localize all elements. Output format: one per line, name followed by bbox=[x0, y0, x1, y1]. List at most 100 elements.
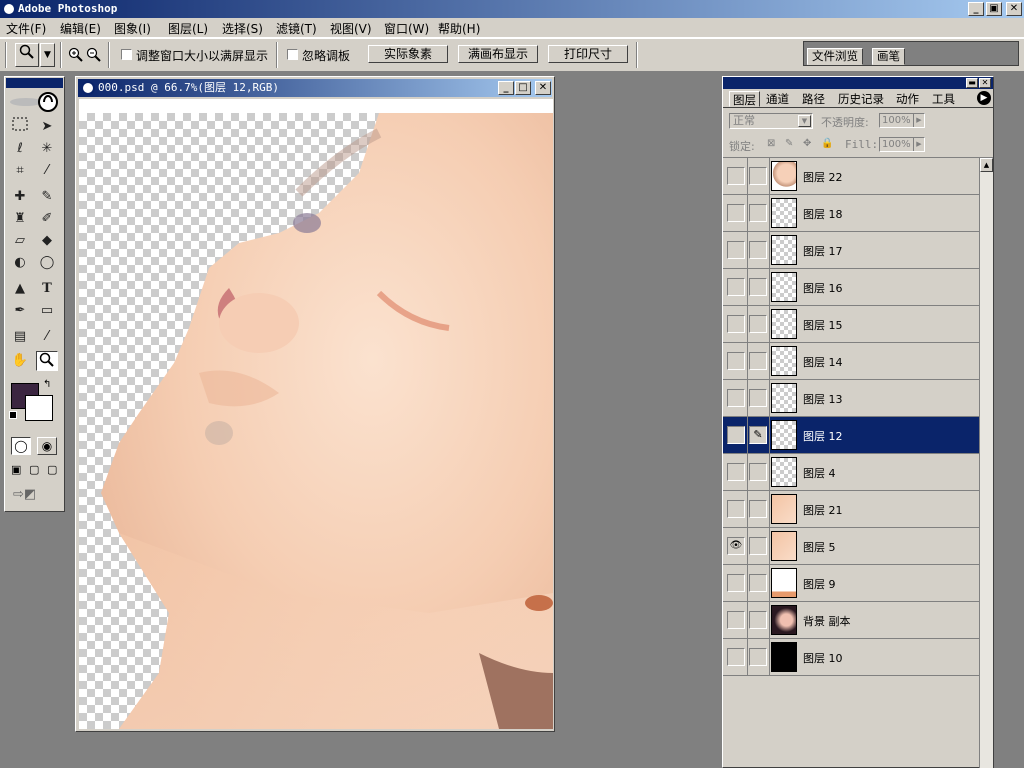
adobe-online-icon[interactable] bbox=[8, 91, 62, 113]
menu-image[interactable]: 图象(I) bbox=[114, 20, 151, 37]
layers-panel-title-bar[interactable]: ▬ ✕ bbox=[723, 77, 993, 89]
eye-icon[interactable] bbox=[727, 278, 745, 296]
quick-mask-icon[interactable]: ◉ bbox=[37, 437, 57, 455]
eraser-tool-icon[interactable]: ▱ bbox=[9, 231, 31, 251]
layer-row[interactable]: 图层 17 bbox=[723, 232, 979, 269]
tab-actions[interactable]: 动作 bbox=[893, 91, 922, 107]
opacity-arrow-icon[interactable]: ▶ bbox=[913, 114, 924, 127]
lock-position-icon[interactable]: ✥ bbox=[803, 138, 811, 149]
menu-window[interactable]: 窗口(W) bbox=[384, 20, 429, 37]
link-icon[interactable] bbox=[749, 204, 767, 222]
lock-icon[interactable]: 🔒 bbox=[821, 138, 833, 149]
layer-row[interactable]: 图层 4 bbox=[723, 454, 979, 491]
paint-bucket-tool-icon[interactable]: ◆ bbox=[36, 231, 58, 251]
panel-close-button[interactable]: ✕ bbox=[979, 78, 991, 88]
link-icon[interactable] bbox=[749, 463, 767, 481]
eye-icon[interactable] bbox=[727, 611, 745, 629]
zoom-out-icon[interactable] bbox=[86, 47, 102, 66]
screen-mode-full-icon[interactable]: ▢ bbox=[47, 463, 57, 476]
eye-icon[interactable] bbox=[727, 167, 745, 185]
canvas[interactable] bbox=[79, 113, 553, 729]
link-icon[interactable] bbox=[749, 611, 767, 629]
print-size-button[interactable]: 打印尺寸 bbox=[548, 45, 628, 63]
document-title-bar[interactable]: 000.psd @ 66.7%(图层 12,RGB) _ □ ✕ bbox=[78, 79, 552, 97]
tab-file-browser[interactable]: 文件浏览 bbox=[807, 48, 863, 65]
layer-row[interactable]: 图层 9 bbox=[723, 565, 979, 602]
jump-to-imageready-icon[interactable]: ⇨◩ bbox=[13, 487, 36, 502]
menu-layer[interactable]: 图层(L) bbox=[168, 20, 208, 37]
layer-row[interactable]: 图层 21 bbox=[723, 491, 979, 528]
tab-channels[interactable]: 通道 bbox=[763, 91, 792, 107]
restore-button[interactable]: ▣ bbox=[986, 2, 1002, 16]
dodge-tool-icon[interactable]: ◯ bbox=[36, 253, 58, 273]
layer-row[interactable]: 图层 18 bbox=[723, 195, 979, 232]
panel-menu-arrow-icon[interactable]: ▶ bbox=[977, 91, 991, 105]
link-icon[interactable] bbox=[749, 500, 767, 518]
layer-row[interactable]: 图层 16 bbox=[723, 269, 979, 306]
eye-icon[interactable] bbox=[727, 500, 745, 518]
ignore-palettes-checkbox[interactable] bbox=[287, 49, 298, 60]
type-tool-icon[interactable]: T bbox=[36, 279, 58, 299]
eye-icon[interactable] bbox=[727, 574, 745, 592]
tab-history[interactable]: 历史记录 bbox=[835, 91, 887, 107]
zoom-tool-icon[interactable] bbox=[36, 351, 58, 371]
fill-arrow-icon[interactable]: ▶ bbox=[913, 138, 924, 151]
doc-close-button[interactable]: ✕ bbox=[535, 81, 551, 95]
standard-mode-icon[interactable]: ◯ bbox=[11, 437, 31, 455]
layer-row[interactable]: 图层 22 bbox=[723, 158, 979, 195]
brush-tool-icon[interactable]: ✎ bbox=[36, 187, 58, 207]
history-brush-tool-icon[interactable]: ✐ bbox=[36, 209, 58, 229]
blur-tool-icon[interactable]: ◐ bbox=[9, 253, 31, 273]
move-tool-icon[interactable]: ➤ bbox=[36, 117, 58, 137]
eye-icon[interactable] bbox=[727, 426, 745, 444]
marquee-tool-icon[interactable] bbox=[9, 117, 31, 137]
pen-tool-icon[interactable]: ✒ bbox=[9, 301, 31, 321]
menu-file[interactable]: 文件(F) bbox=[6, 20, 46, 37]
default-colors-icon[interactable] bbox=[9, 411, 17, 419]
zoom-in-icon[interactable] bbox=[68, 47, 84, 66]
link-icon[interactable] bbox=[749, 537, 767, 555]
close-button[interactable]: ✕ bbox=[1006, 2, 1022, 16]
doc-maximize-button[interactable]: □ bbox=[515, 81, 531, 95]
menu-select[interactable]: 选择(S) bbox=[222, 20, 263, 37]
layer-row[interactable]: 图层 14 bbox=[723, 343, 979, 380]
tool-preset-button[interactable] bbox=[15, 43, 39, 67]
layer-row[interactable]: 图层 13 bbox=[723, 380, 979, 417]
clone-stamp-tool-icon[interactable]: ♜ bbox=[9, 209, 31, 229]
doc-minimize-button[interactable]: _ bbox=[498, 81, 514, 95]
lock-transparency-icon[interactable]: ⊠ bbox=[767, 138, 775, 149]
actual-pixels-button[interactable]: 实际象素 bbox=[368, 45, 448, 63]
menu-help[interactable]: 帮助(H) bbox=[438, 20, 480, 37]
crop-tool-icon[interactable]: ⌗ bbox=[9, 161, 31, 181]
link-icon[interactable] bbox=[749, 315, 767, 333]
tab-paths[interactable]: 路径 bbox=[799, 91, 828, 107]
link-icon[interactable] bbox=[749, 167, 767, 185]
eye-icon[interactable] bbox=[727, 315, 745, 333]
background-color-swatch[interactable] bbox=[25, 395, 53, 421]
link-icon[interactable] bbox=[749, 241, 767, 259]
panel-minimize-button[interactable]: ▬ bbox=[966, 78, 978, 88]
layers-scrollbar[interactable]: ▲ bbox=[979, 158, 993, 768]
tab-layers[interactable]: 图层 bbox=[729, 91, 760, 107]
link-icon[interactable] bbox=[749, 648, 767, 666]
layer-row[interactable]: 图层 15 bbox=[723, 306, 979, 343]
toolbox-title-bar[interactable] bbox=[6, 78, 63, 88]
menu-filter[interactable]: 滤镜(T) bbox=[276, 20, 317, 37]
fit-on-screen-button[interactable]: 满画布显示 bbox=[458, 45, 538, 63]
link-icon[interactable] bbox=[749, 352, 767, 370]
menu-view[interactable]: 视图(V) bbox=[330, 20, 372, 37]
scroll-up-icon[interactable]: ▲ bbox=[980, 158, 993, 172]
lock-image-icon[interactable]: ✎ bbox=[785, 138, 793, 149]
slice-tool-icon[interactable]: ⁄ bbox=[36, 161, 58, 181]
screen-mode-standard-icon[interactable]: ▣ bbox=[11, 463, 21, 476]
brush-icon[interactable]: ✎ bbox=[749, 426, 767, 444]
layer-row[interactable]: 背景 副本 bbox=[723, 602, 979, 639]
eye-icon[interactable] bbox=[727, 389, 745, 407]
link-icon[interactable] bbox=[749, 278, 767, 296]
menu-edit[interactable]: 编辑(E) bbox=[60, 20, 101, 37]
eye-icon[interactable] bbox=[727, 648, 745, 666]
eye-icon[interactable] bbox=[727, 463, 745, 481]
screen-mode-full-menu-icon[interactable]: ▢ bbox=[29, 463, 39, 476]
tab-tools[interactable]: 工具 bbox=[929, 91, 958, 107]
eye-icon[interactable] bbox=[727, 352, 745, 370]
